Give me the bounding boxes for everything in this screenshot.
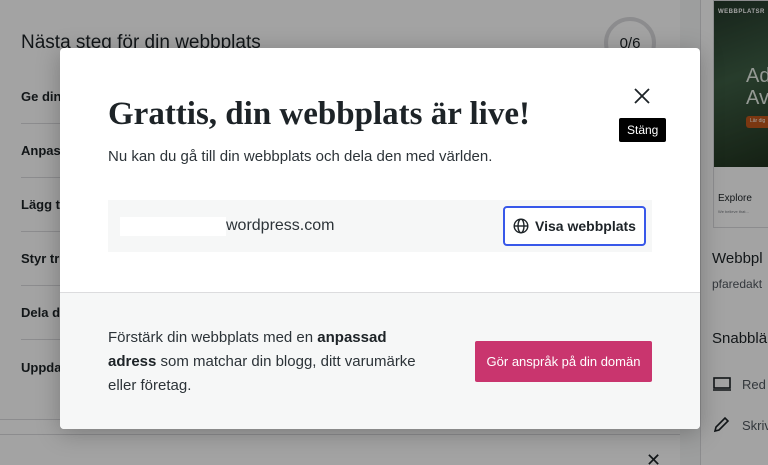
domain-upsell: Förstärk din webbplats med en anpassad a… — [60, 293, 700, 429]
claim-domain-button[interactable]: Gör anspråk på din domän — [475, 341, 652, 382]
visit-site-label: Visa webbplats — [535, 218, 636, 234]
site-url-domain: wordpress.com — [226, 217, 335, 234]
modal-subtitle: Nu kan du gå till din webbplats och dela… — [108, 148, 493, 165]
close-tooltip: Stäng — [619, 118, 667, 142]
close-icon — [634, 88, 650, 104]
site-live-modal: Stäng Grattis, din webbplats är live! Nu… — [60, 48, 700, 429]
redacted-subdomain — [120, 217, 226, 236]
globe-icon — [513, 218, 529, 234]
domain-promo-text: Förstärk din webbplats med en anpassad a… — [108, 329, 416, 394]
close-button[interactable] — [628, 82, 656, 110]
site-url-row: wordpress.com Visa webbplats — [108, 200, 652, 252]
visit-site-button[interactable]: Visa webbplats — [503, 206, 646, 246]
modal-title: Grattis, din webbplats är live! — [108, 96, 530, 132]
